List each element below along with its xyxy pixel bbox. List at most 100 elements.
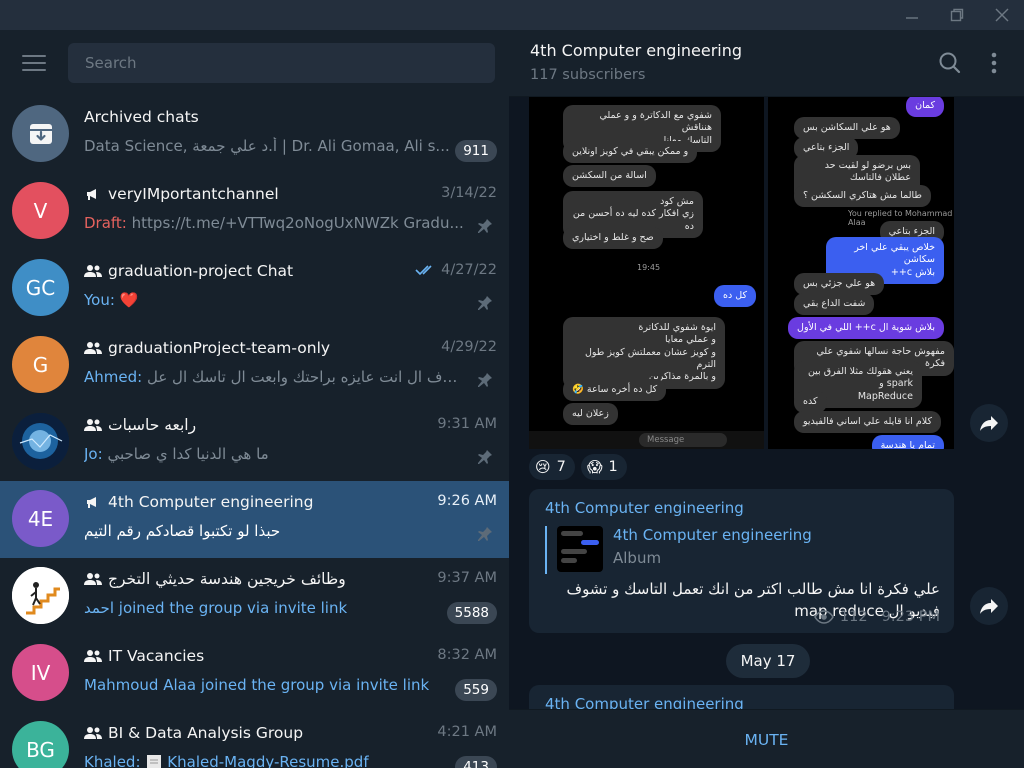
minimize-icon xyxy=(906,17,918,19)
chat-time-text: 9:31 AM xyxy=(437,416,497,432)
screenshot-message-bubble: كل ده xyxy=(714,285,756,308)
chat-preview: Khaled: Khaled-Magdy-Resume.pdf xyxy=(84,753,464,768)
preview-text: ما هي الدنيا كدا ي صاحبي xyxy=(107,445,269,463)
chat-title-text: veryIMportantchannel xyxy=(108,185,279,203)
chat-time: 4/29/22 xyxy=(441,339,497,355)
chat-avatar xyxy=(12,413,69,470)
pin-icon xyxy=(478,373,492,387)
channel-bottom-bar: MUTE xyxy=(509,709,1024,768)
channel-post[interactable]: 4th Computer engineering xyxy=(529,685,954,709)
more-vertical-icon[interactable] xyxy=(981,50,1007,76)
chat-list-item[interactable]: رابعه حاسبات 9:31 AM Jo: ما هي الدنيا كدا … xyxy=(0,404,509,481)
close-button[interactable] xyxy=(980,0,1024,30)
views-eye-icon xyxy=(813,610,834,624)
screenshot-message-bubble: تمام يا هندسة xyxy=(871,435,944,449)
screenshot-message-bubble: كده xyxy=(794,391,827,414)
screenshot-input-bar: Message xyxy=(529,431,764,449)
archived-chats-item[interactable]: Archived chats Data Science, أ.د علي جمعة… xyxy=(0,96,509,173)
screenshot-reply-note: You replied to Mohammad Alaa xyxy=(848,209,953,227)
chat-avatar: GC xyxy=(12,259,69,316)
chat-preview: You: ❤️ xyxy=(84,291,464,309)
maximize-button[interactable] xyxy=(935,0,979,30)
message-feed[interactable]: شفوي مع الدكاترة و و عملي هنناقش التاسك … xyxy=(509,97,1024,709)
reaction-count: 1 xyxy=(608,459,618,475)
chat-preview: Ahmed: شوف ال انت عايزه براحتك وابعت ال … xyxy=(84,368,464,386)
preview-text: https://t.me/+VTTwq2oNogUxNWZk Gradu... xyxy=(131,214,464,232)
chat-time: 9:37 AM xyxy=(437,570,497,586)
chat-preview: احمد joined the group via invite link xyxy=(84,599,464,617)
avatar-initials: V xyxy=(33,198,48,223)
preview-text: joined the group via invite link xyxy=(200,676,430,694)
hamburger-menu-icon[interactable] xyxy=(22,55,46,73)
chat-title-text: Archived chats xyxy=(84,108,199,126)
photo-album[interactable]: شفوي مع الدكاترة و و عملي هنناقش التاسك … xyxy=(529,97,954,449)
chat-title: graduation-project Chat xyxy=(84,262,293,280)
channel-post[interactable]: 4th Computer engineering 4th Computer en… xyxy=(529,489,954,633)
group-icon xyxy=(84,265,102,277)
chat-list-item[interactable]: GC graduation-project Chat 4/27/22 You: ❤️ xyxy=(0,250,509,327)
chat-time-text: 9:26 AM xyxy=(437,493,497,509)
preview-text: حبذا لو تكتبوا قصادكم رقم التيم xyxy=(84,522,281,540)
chat-list-item[interactable]: VveryIMportantchannel 3/14/22 Draft: https… xyxy=(0,173,509,250)
chat-title: 4th Computer engineering xyxy=(84,493,313,511)
chat-preview: Jo: ما هي الدنيا كدا ي صاحبي xyxy=(84,445,464,463)
chat-avatar: IV xyxy=(12,644,69,701)
screenshot-message-field: Message xyxy=(639,433,727,447)
chat-list-item[interactable]: GgraduationProject-team-only 4/29/22 Ahmed… xyxy=(0,327,509,404)
chat-time-text: 4/29/22 xyxy=(441,339,497,355)
unread-badge: 911 xyxy=(455,140,497,162)
reaction-chip[interactable]: 😢 7 xyxy=(529,454,575,480)
album-photo-left[interactable]: شفوي مع الدكاترة و و عملي هنناقش التاسك … xyxy=(529,97,764,449)
mute-button[interactable]: MUTE xyxy=(509,710,1024,768)
search-icon[interactable] xyxy=(937,50,963,76)
chat-list-item[interactable]: IV IT Vacancies 8:32 AM Mahmoud Alaa joined… xyxy=(0,635,509,712)
avatar-initials: GC xyxy=(25,275,56,300)
post-author[interactable]: 4th Computer engineering xyxy=(545,695,744,709)
preview-sender: Mahmoud Alaa xyxy=(84,676,197,694)
search-input[interactable]: Search xyxy=(68,43,495,83)
channel-title[interactable]: 4th Computer engineering xyxy=(530,41,742,60)
screenshot-message-bubble: بلاش شوية ال c++ اللي في الأول xyxy=(788,317,944,340)
window-titlebar xyxy=(0,0,1024,30)
screenshot-message-bubble: ايوة شفوي للدكاترة و عملي معايا و كويز ع… xyxy=(563,317,725,389)
chat-list-item[interactable]: وظائف خريجين هندسة حديثي التخرج 9:37 AM اح… xyxy=(0,558,509,635)
chat-title-text: graduationProject-team-only xyxy=(108,339,331,357)
post-meta: 112 9:23 PM xyxy=(813,609,940,625)
chat-time: 9:31 AM xyxy=(437,416,497,432)
chat-list-item[interactable]: BG BI & Data Analysis Group 4:21 AM Khaled:… xyxy=(0,712,509,768)
album-photo-right[interactable]: كمان هو علي السكاشن بس الجزء بتاعي بس برضو … xyxy=(768,97,954,449)
unread-badge: 413 xyxy=(455,756,497,768)
forward-post-button[interactable] xyxy=(970,587,1008,625)
chat-time-text: 9:37 AM xyxy=(437,570,497,586)
preview-text: Data Science, أ.د علي جمعة | Dr. Ali Gom… xyxy=(84,137,450,155)
reply-subtitle: Album xyxy=(613,549,662,567)
chat-title-text: BI & Data Analysis Group xyxy=(108,724,304,742)
chat-avatar xyxy=(12,567,69,624)
chat-title: BI & Data Analysis Group xyxy=(84,724,303,742)
post-author[interactable]: 4th Computer engineering xyxy=(545,499,744,517)
date-separator: May 17 xyxy=(726,644,810,678)
unread-badge: 559 xyxy=(455,679,497,701)
minimize-button[interactable] xyxy=(890,0,934,30)
chat-preview: Data Science, أ.د علي جمعة | Dr. Ali Gom… xyxy=(84,137,464,155)
avatar-initials: BG xyxy=(26,737,55,762)
reply-title: 4th Computer engineering xyxy=(613,526,812,544)
forward-album-button[interactable] xyxy=(970,404,1008,442)
screenshot-message-bubble: اسالة من السكشن xyxy=(563,165,656,188)
chat-list-item[interactable]: 4E 4th Computer engineering 9:26 AM حبذا لو… xyxy=(0,481,509,558)
channel-megaphone-icon xyxy=(87,189,96,200)
preview-text: Khaled-Magdy-Resume.pdf xyxy=(167,753,369,768)
screenshot-message-bubble: و ممكن يبقي في كويز اونلاين xyxy=(563,141,698,164)
share-arrow-icon xyxy=(980,416,998,431)
chat-time: 8:32 AM xyxy=(437,647,497,663)
group-icon xyxy=(84,650,102,662)
chat-title-text: وظائف خريجين هندسة حديثي التخرج xyxy=(108,570,346,588)
chat-time: 9:26 AM xyxy=(437,493,497,509)
reply-preview[interactable]: 4th Computer engineering Album xyxy=(545,526,945,574)
channel-subscribers: 117 subscribers xyxy=(530,67,646,83)
document-icon xyxy=(147,754,162,768)
reaction-chip[interactable]: 😱 1 xyxy=(580,454,627,480)
double-check-icon xyxy=(415,265,432,276)
chat-avatar: V xyxy=(12,182,69,239)
reaction-emoji: 😱 xyxy=(586,458,603,476)
